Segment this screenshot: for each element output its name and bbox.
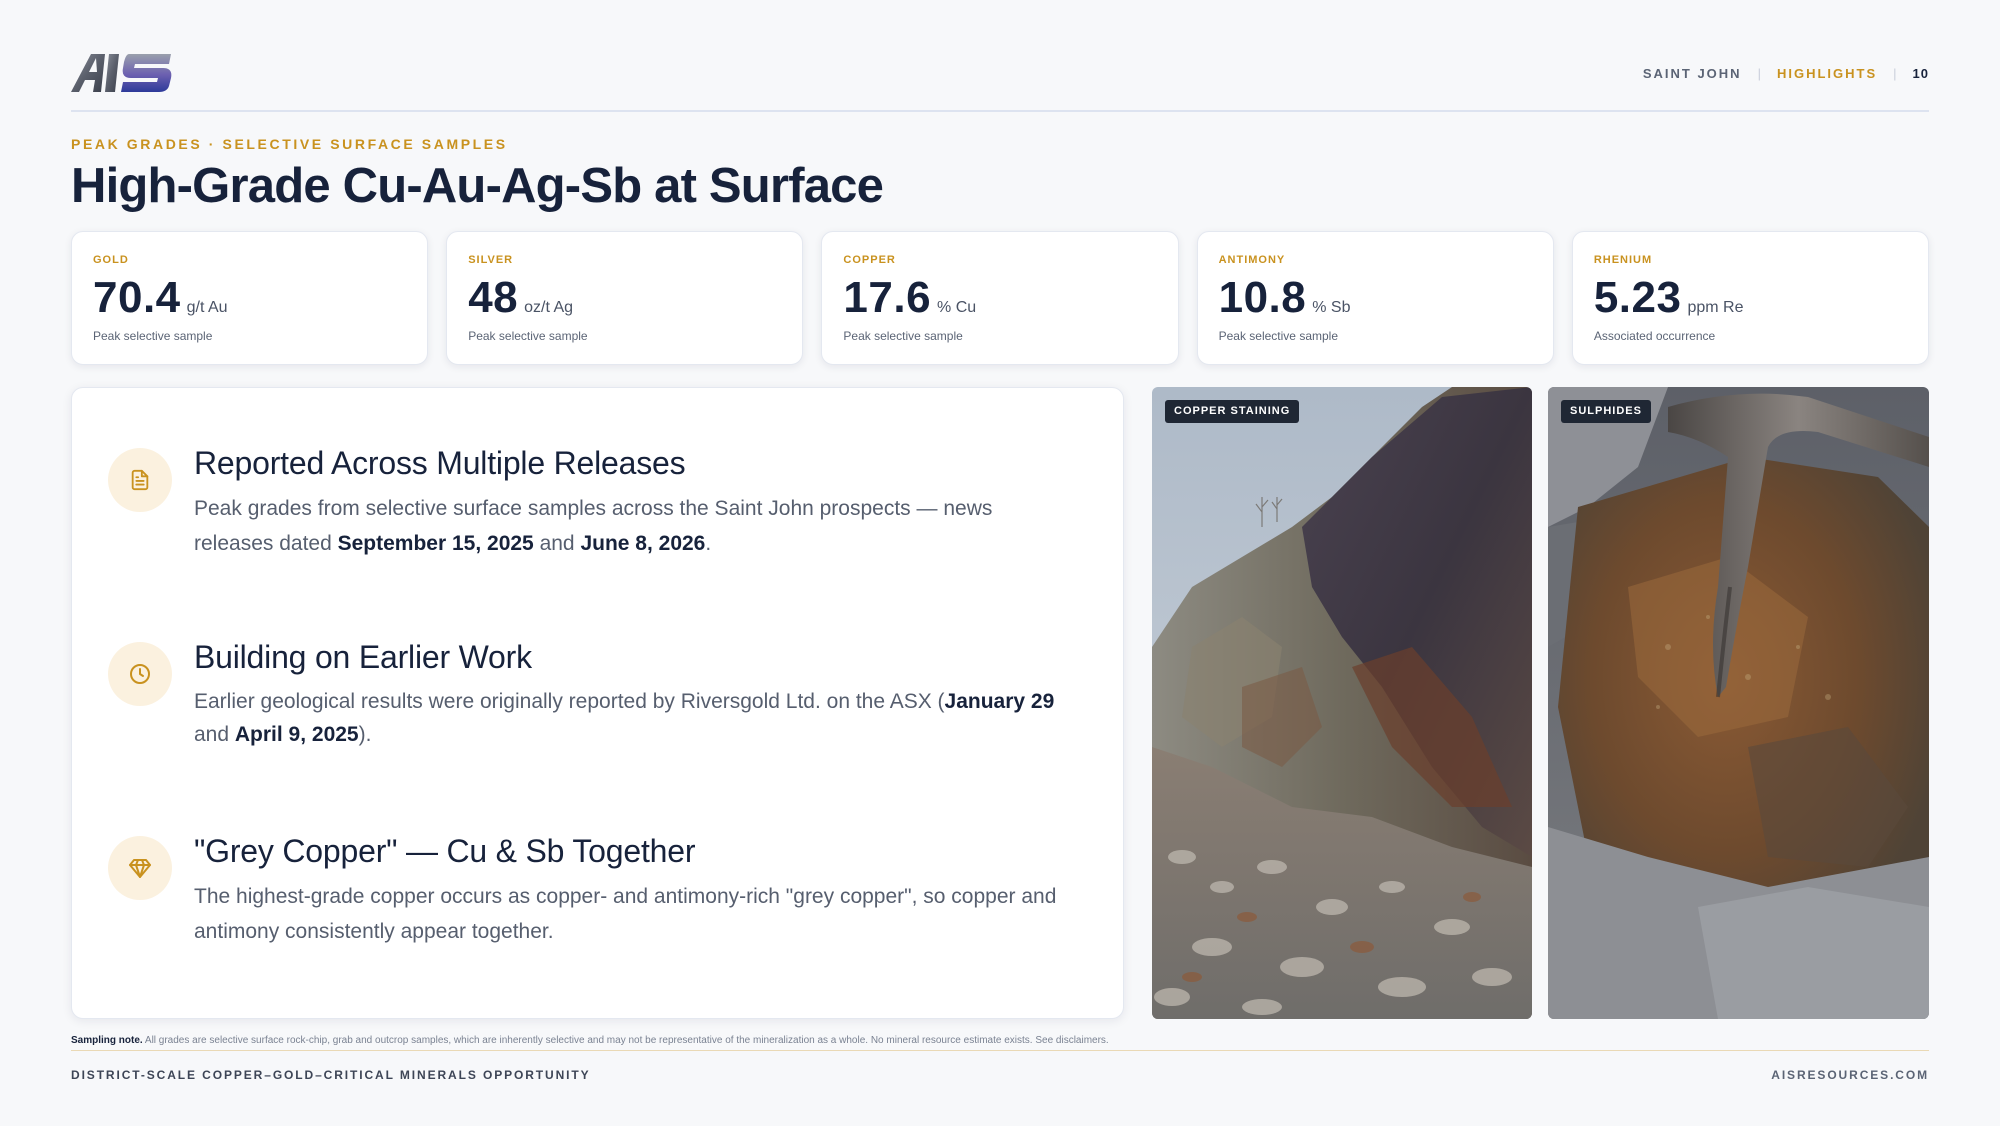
stat-cards: GOLD 70.4 g/t Au Peak selective sample S…: [71, 231, 1930, 365]
stat-note: Associated occurrence: [1593, 329, 1716, 343]
header-bar: SAINT JOHN | HIGHLIGHTS | 10: [71, 48, 1929, 112]
stat-unit: ppm Re: [1687, 299, 1744, 316]
stat-note: Peak selective sample: [468, 329, 588, 343]
stat-unit: % Sb: [1312, 299, 1351, 316]
footer-divider: [71, 1050, 1929, 1051]
document-icon: [108, 448, 172, 512]
highlight-title: Reported Across Multiple Releases: [194, 445, 686, 481]
stat-unit: g/t Au: [186, 299, 228, 316]
header-nav: SAINT JOHN | HIGHLIGHTS | 10: [1643, 66, 1929, 81]
footer-website-link[interactable]: AISRESOURCES.COM: [1771, 1068, 1929, 1082]
company-logo: [71, 54, 172, 92]
slide: SAINT JOHN | HIGHLIGHTS | 10 PEAK GRADES…: [71, 0, 1930, 1126]
stat-note: Peak selective sample: [1218, 329, 1338, 343]
photo-tag: SULPHIDES: [1561, 400, 1651, 423]
stat-label: RHENIUM: [1593, 254, 1653, 266]
outcrop-image: [1152, 387, 1532, 1019]
stat-card-antimony: ANTIMONY 10.8 % Sb Peak selective sample: [1196, 231, 1554, 365]
gem-icon: [108, 836, 172, 900]
photo-sulphides: SULPHIDES: [1548, 387, 1929, 1019]
stat-note: Peak selective sample: [843, 329, 963, 343]
highlight-title: Building on Earlier Work: [194, 639, 532, 675]
stat-card-silver: SILVER 48 oz/t Ag Peak selective sample: [446, 231, 804, 365]
page-title: High-Grade Cu-Au-Ag-Sb at Surface: [71, 159, 884, 213]
footer-tagline: DISTRICT-SCALE COPPER–GOLD–CRITICAL MINE…: [71, 1068, 591, 1082]
highlights-panel: Reported Across Multiple Releases Peak g…: [71, 387, 1124, 1019]
stat-value: 5.23: [1593, 273, 1682, 322]
stat-label: GOLD: [93, 254, 129, 266]
stat-label: SILVER: [468, 254, 514, 266]
stat-unit: % Cu: [937, 299, 977, 316]
sampling-note: Sampling note. All grades are selective …: [71, 1035, 1109, 1046]
highlight-text: The highest-grade copper occurs as coppe…: [194, 885, 1057, 943]
highlight-text: Peak grades from selective surface sampl…: [194, 497, 993, 555]
separator: |: [1757, 66, 1761, 81]
stat-card-copper: COPPER 17.6 % Cu Peak selective sample: [821, 231, 1179, 365]
photo-tag: COPPER STAINING: [1165, 400, 1300, 423]
section-label: HIGHLIGHTS: [1776, 66, 1878, 81]
sulphide-rock-image: [1548, 387, 1929, 1019]
separator: |: [1893, 66, 1897, 81]
stat-label: ANTIMONY: [1218, 254, 1286, 266]
location-label: SAINT JOHN: [1642, 66, 1742, 81]
stat-value: 10.8: [1218, 273, 1307, 322]
stat-unit: oz/t Ag: [524, 299, 574, 316]
stat-label: COPPER: [843, 254, 896, 266]
stat-value: 17.6: [843, 273, 932, 322]
stat-value: 48: [468, 273, 519, 322]
highlight-title: "Grey Copper" — Cu & Sb Together: [194, 833, 696, 869]
stat-note: Peak selective sample: [93, 329, 213, 343]
stat-value: 70.4: [93, 273, 181, 322]
stat-card-gold: GOLD 70.4 g/t Au Peak selective sample: [71, 231, 429, 365]
page-number: 10: [1912, 66, 1929, 81]
highlight-text: Earlier geological results were original…: [194, 690, 1055, 746]
clock-icon: [108, 642, 172, 706]
stat-card-rhenium: RHENIUM 5.23 ppm Re Associated occurrenc…: [1571, 231, 1930, 365]
eyebrow-label: PEAK GRADES · SELECTIVE SURFACE SAMPLES: [71, 136, 508, 152]
photo-copper-staining: COPPER STAINING: [1152, 387, 1532, 1019]
